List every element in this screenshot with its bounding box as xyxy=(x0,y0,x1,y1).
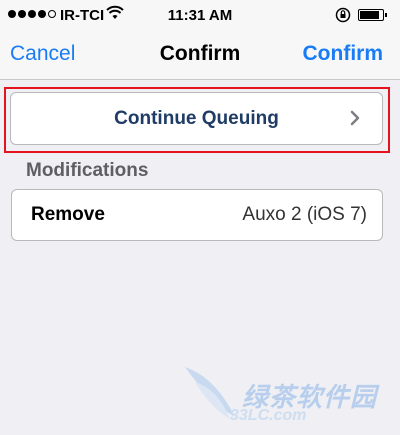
section-header-modifications: Modifications xyxy=(26,160,149,181)
list-item[interactable]: Remove Auxo 2 (iOS 7) xyxy=(11,189,383,241)
continue-queuing-label: Continue Queuing xyxy=(114,108,279,129)
chevron-right-icon xyxy=(350,110,360,126)
status-bar: IR-TCI 11:31 AM xyxy=(0,0,400,30)
navigation-bar: Cancel Confirm Confirm xyxy=(0,30,400,80)
modification-package: Auxo 2 (iOS 7) xyxy=(242,204,367,225)
continue-queuing-button[interactable]: Continue Queuing xyxy=(10,92,383,145)
confirm-button[interactable]: Confirm xyxy=(303,42,384,66)
modification-action: Remove xyxy=(31,204,105,225)
watermark-subtext: 33LC.com xyxy=(230,407,307,424)
watermark-logo: 绿茶软件园 33LC.com xyxy=(170,357,400,435)
battery-icon xyxy=(358,9,387,21)
rotation-lock-icon xyxy=(335,7,351,27)
battery-level xyxy=(360,11,379,19)
confirm-screen: IR-TCI 11:31 AM Cancel Confirm Confirm C… xyxy=(0,0,400,435)
